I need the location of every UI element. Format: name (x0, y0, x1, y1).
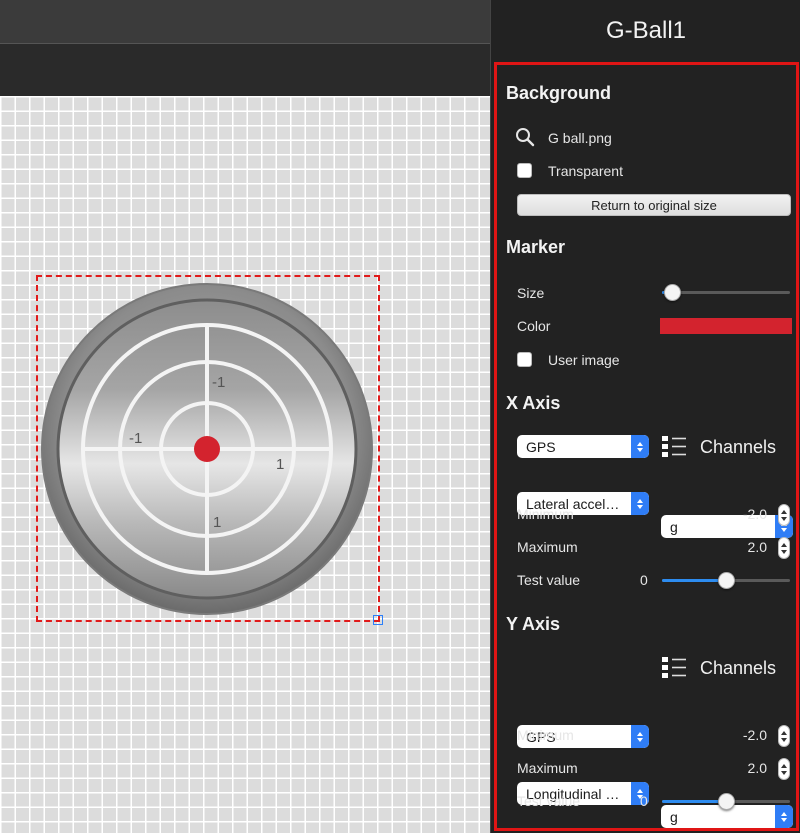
marker-heading: Marker (506, 237, 566, 257)
user-image-label: User image (548, 352, 620, 368)
x-axis-test-slider-fill (662, 579, 726, 582)
background-heading: Background (506, 83, 612, 103)
chevron-updown-icon (631, 435, 649, 458)
checklist-icon (662, 436, 686, 457)
marker-color-well[interactable] (660, 318, 792, 334)
inspector-title: G-Ball1 (605, 17, 687, 44)
search-icon[interactable] (515, 127, 535, 147)
transparent-label: Transparent (548, 163, 623, 179)
x-axis-minimum-value[interactable]: -2.0 (707, 506, 767, 522)
x-axis-heading: X Axis (506, 393, 561, 413)
x-axis-maximum-stepper[interactable] (778, 537, 790, 559)
x-axis-test-slider[interactable] (662, 572, 790, 589)
user-image-checkbox[interactable] (517, 352, 532, 367)
x-axis-channels-button[interactable]: Channels (661, 435, 776, 459)
chevron-updown-icon (775, 805, 793, 828)
marker-size-slider[interactable] (662, 284, 790, 301)
x-axis-test-label: Test value (517, 572, 581, 588)
checklist-icon (662, 657, 686, 678)
y-axis-channels-label: Channels (700, 657, 777, 678)
y-axis-channels-button[interactable]: Channels (661, 656, 776, 680)
x-axis-minimum-stepper[interactable] (778, 504, 790, 526)
y-axis-maximum-value[interactable]: 2.0 (707, 760, 767, 776)
y-axis-test-value: 0 (640, 793, 648, 809)
x-axis-test-value: 0 (640, 572, 648, 588)
x-axis-channels-label: Channels (700, 436, 777, 457)
inspector-panel: G-Ball1 Background G ball.png Transparen… (490, 0, 800, 833)
secondary-toolbar (0, 44, 490, 96)
x-axis-test-slider-knob[interactable] (718, 572, 735, 589)
y-axis-maximum-label: Maximum (517, 760, 578, 776)
selection-frame (36, 275, 380, 622)
marker-color-label: Color (517, 318, 551, 334)
x-axis-source-select[interactable]: GPS (517, 435, 649, 458)
y-axis-test-slider-fill (662, 800, 726, 803)
return-original-size-button[interactable]: Return to original size (517, 194, 791, 216)
y-axis-test-slider-knob[interactable] (718, 793, 735, 810)
y-axis-test-label: Test value (517, 793, 581, 809)
y-axis-heading: Y Axis (506, 614, 561, 634)
x-axis-maximum-value[interactable]: 2.0 (707, 539, 767, 555)
transparent-checkbox[interactable] (517, 163, 532, 178)
x-axis-unit-value: g (670, 518, 678, 535)
gball-widget[interactable]: -1 -1 1 1 (36, 275, 383, 625)
resize-handle[interactable] (373, 615, 383, 625)
y-axis-unit-value: g (670, 808, 678, 825)
x-axis-maximum-label: Maximum (517, 539, 578, 555)
x-axis-minimum-label: Minimum (517, 506, 574, 522)
top-toolbar (0, 0, 490, 44)
marker-size-slider-knob[interactable] (664, 284, 681, 301)
y-axis-test-slider[interactable] (662, 793, 790, 810)
y-axis-minimum-label: Minimum (517, 727, 574, 743)
y-axis-maximum-stepper[interactable] (778, 758, 790, 780)
y-axis-minimum-stepper[interactable] (778, 725, 790, 747)
y-axis-minimum-value[interactable]: -2.0 (707, 727, 767, 743)
chevron-updown-icon (631, 492, 649, 515)
x-axis-source-value: GPS (526, 438, 556, 455)
chevron-updown-icon (631, 725, 649, 748)
background-file-name: G ball.png (548, 130, 612, 146)
properties-panel: Background G ball.png Transparent Return… (494, 62, 799, 831)
marker-size-label: Size (517, 285, 545, 301)
